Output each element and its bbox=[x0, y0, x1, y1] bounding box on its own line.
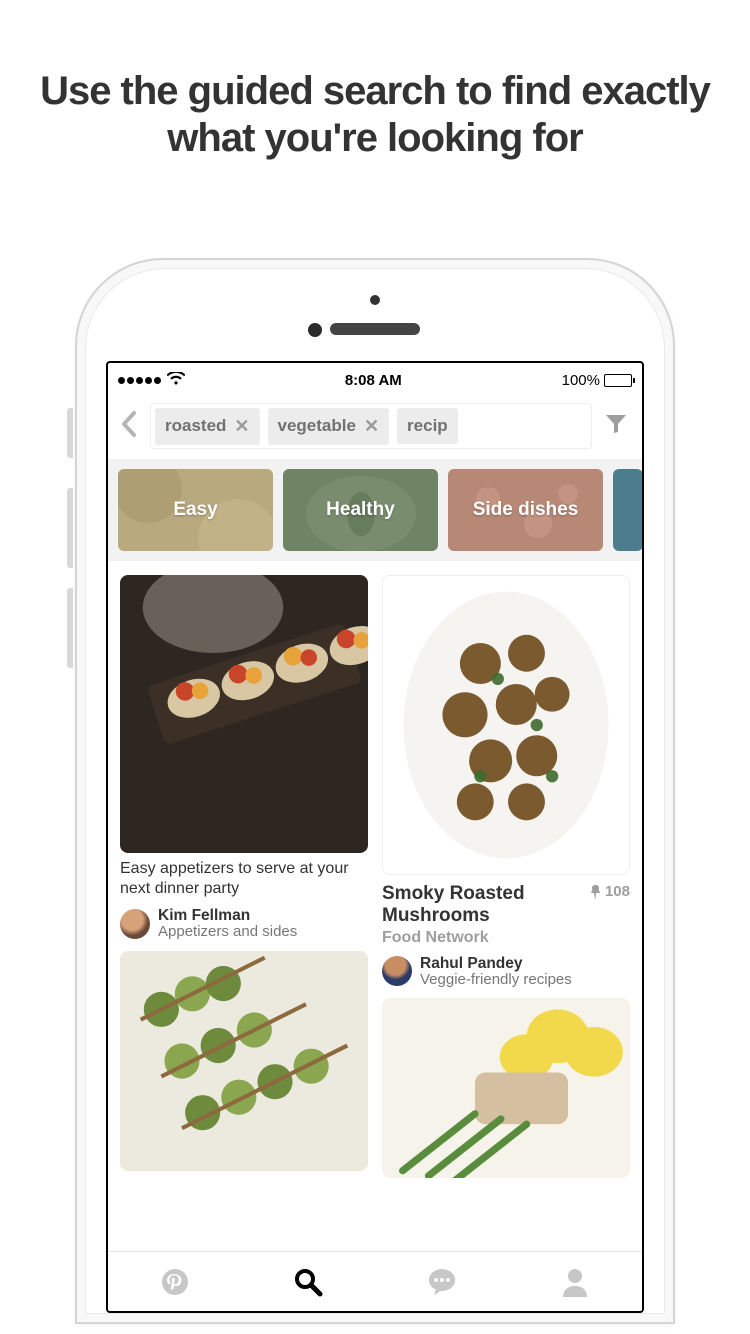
search-chip-roasted[interactable]: roasted ✕ bbox=[155, 408, 260, 445]
search-chip-container[interactable]: roasted ✕ vegetable ✕ recip bbox=[150, 403, 592, 449]
search-chip-recipe[interactable]: recip bbox=[397, 408, 458, 444]
cell-signal-icon bbox=[118, 377, 161, 384]
device-sensor-cluster bbox=[86, 291, 664, 361]
guide-tile-easy[interactable]: Easy bbox=[118, 469, 273, 551]
tab-notifications[interactable] bbox=[375, 1252, 509, 1311]
pin-card[interactable]: Smoky Roasted Mushrooms 108 Food Network bbox=[382, 575, 630, 988]
pin-count: 108 bbox=[590, 883, 630, 900]
avatar bbox=[382, 956, 412, 986]
pin-image[interactable] bbox=[382, 575, 630, 875]
pin-icon bbox=[590, 885, 601, 899]
guided-search-row: Easy Healthy Side dishes bbox=[108, 459, 642, 561]
search-chip-vegetable[interactable]: vegetable ✕ bbox=[268, 408, 390, 445]
guide-label: Easy bbox=[173, 499, 217, 521]
guide-label: Healthy bbox=[326, 499, 395, 521]
device-frame: 8:08 AM 100% roasted ✕ bbox=[75, 258, 675, 1324]
chat-bubble-icon bbox=[426, 1267, 458, 1297]
person-icon bbox=[561, 1267, 589, 1297]
avatar bbox=[120, 909, 150, 939]
device-vol-up bbox=[67, 488, 73, 568]
pin-attribution[interactable]: Rahul Pandey Veggie-friendly recipes bbox=[382, 955, 630, 989]
tab-home[interactable] bbox=[108, 1252, 242, 1311]
close-icon[interactable]: ✕ bbox=[234, 416, 249, 437]
device-mute-switch bbox=[67, 408, 73, 458]
guide-label: Side dishes bbox=[473, 499, 579, 521]
close-icon[interactable]: ✕ bbox=[364, 416, 379, 437]
pin-image[interactable] bbox=[120, 575, 368, 853]
tab-search[interactable] bbox=[242, 1252, 376, 1311]
pin-source: Food Network bbox=[382, 929, 630, 947]
guide-tile-side-dishes[interactable]: Side dishes bbox=[448, 469, 603, 551]
back-button[interactable] bbox=[116, 411, 142, 442]
search-bar: roasted ✕ vegetable ✕ recip bbox=[108, 397, 642, 459]
feed-column-left: Easy appetizers to serve at your next di… bbox=[120, 575, 368, 1251]
board-name: Appetizers and sides bbox=[158, 924, 297, 941]
pin-feed[interactable]: Easy appetizers to serve at your next di… bbox=[108, 561, 642, 1251]
pin-card[interactable] bbox=[382, 998, 630, 1178]
app-screen: 8:08 AM 100% roasted ✕ bbox=[106, 361, 644, 1313]
board-name: Veggie-friendly recipes bbox=[420, 972, 572, 989]
feed-column-right: Smoky Roasted Mushrooms 108 Food Network bbox=[382, 575, 630, 1251]
tab-profile[interactable] bbox=[509, 1252, 643, 1311]
battery-percent: 100% bbox=[562, 372, 600, 389]
pin-attribution[interactable]: Kim Fellman Appetizers and sides bbox=[120, 907, 368, 941]
chip-label: roasted bbox=[165, 416, 226, 436]
marketing-headline: Use the guided search to find exactly wh… bbox=[0, 0, 750, 162]
pin-card[interactable] bbox=[120, 951, 368, 1171]
pin-image[interactable] bbox=[382, 998, 630, 1178]
wifi-icon bbox=[167, 372, 185, 389]
chip-label: vegetable bbox=[278, 416, 356, 436]
pin-title: Smoky Roasted Mushrooms bbox=[382, 883, 582, 927]
device-vol-down bbox=[67, 588, 73, 668]
user-name: Rahul Pandey bbox=[420, 955, 572, 972]
pin-card[interactable]: Easy appetizers to serve at your next di… bbox=[120, 575, 368, 941]
filter-button[interactable] bbox=[600, 414, 632, 439]
chip-label: recip bbox=[407, 416, 448, 436]
status-bar: 8:08 AM 100% bbox=[108, 363, 642, 397]
tab-bar bbox=[108, 1251, 642, 1311]
guide-tile-healthy[interactable]: Healthy bbox=[283, 469, 438, 551]
status-time: 8:08 AM bbox=[345, 372, 402, 389]
pin-image[interactable] bbox=[120, 951, 368, 1171]
guide-tile-more[interactable] bbox=[613, 469, 642, 551]
pin-description: Easy appetizers to serve at your next di… bbox=[120, 859, 368, 899]
battery-icon bbox=[604, 374, 632, 387]
user-name: Kim Fellman bbox=[158, 907, 297, 924]
search-icon bbox=[293, 1267, 323, 1297]
pinterest-logo-icon bbox=[160, 1267, 190, 1297]
